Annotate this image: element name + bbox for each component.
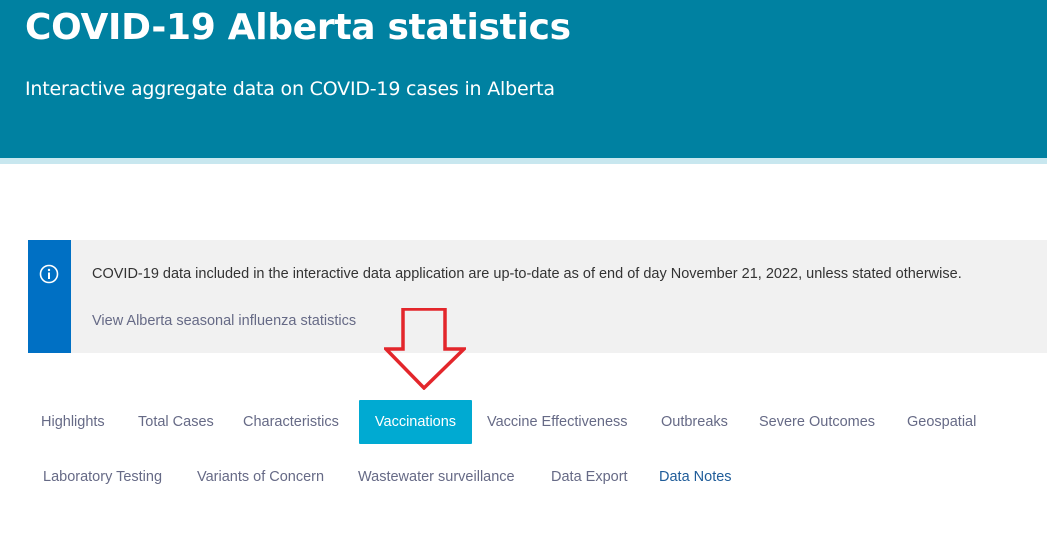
page-subtitle: Interactive aggregate data on COVID-19 c… (25, 78, 555, 100)
tab-outbreaks[interactable]: Outbreaks (661, 400, 728, 444)
info-callout: COVID-19 data included in the interactiv… (28, 240, 1047, 353)
tab-data-export[interactable]: Data Export (551, 455, 628, 499)
page-header: COVID-19 Alberta statistics Interactive … (0, 0, 1047, 158)
tab-variants-of-concern[interactable]: Variants of Concern (197, 455, 324, 499)
tab-wastewater-surveillance[interactable]: Wastewater surveillance (358, 455, 515, 499)
tab-characteristics[interactable]: Characteristics (243, 400, 339, 444)
callout-accent-bar (28, 240, 71, 353)
page-title: COVID-19 Alberta statistics (25, 7, 571, 48)
tab-vaccinations[interactable]: Vaccinations (359, 400, 472, 444)
tab-total-cases[interactable]: Total Cases (138, 400, 214, 444)
tab-highlights[interactable]: Highlights (41, 400, 105, 444)
tab-geospatial[interactable]: Geospatial (907, 400, 976, 444)
influenza-statistics-link[interactable]: View Alberta seasonal influenza statisti… (92, 312, 356, 330)
statistics-tab-nav: Highlights Total Cases Characteristics V… (0, 400, 1047, 500)
info-icon (39, 264, 59, 284)
down-arrow-icon (384, 308, 466, 390)
tab-vaccine-effectiveness[interactable]: Vaccine Effectiveness (487, 400, 628, 444)
tab-data-notes[interactable]: Data Notes (659, 455, 732, 499)
data-currency-notice: COVID-19 data included in the interactiv… (92, 266, 962, 282)
header-divider (0, 158, 1047, 164)
tab-severe-outcomes[interactable]: Severe Outcomes (759, 400, 875, 444)
tab-laboratory-testing[interactable]: Laboratory Testing (43, 455, 162, 499)
